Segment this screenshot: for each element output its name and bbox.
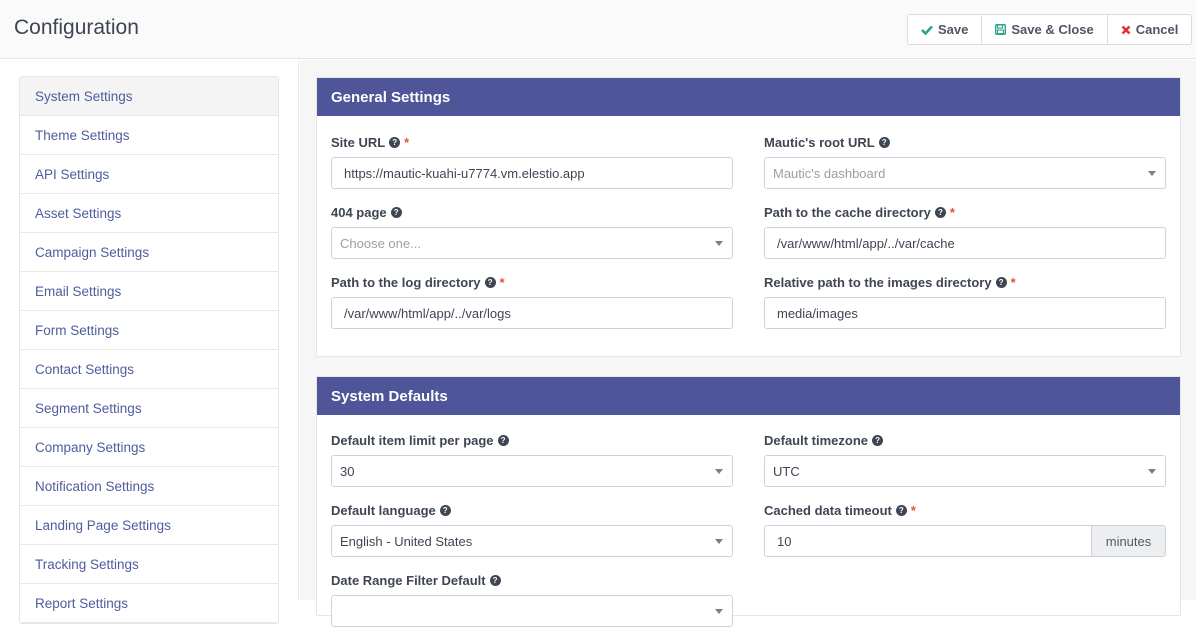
system-defaults-panel: System Defaults Default item limit per p… [316,376,1181,627]
close-icon [1121,25,1131,35]
save-and-close-button[interactable]: Save & Close [982,15,1108,44]
help-icon[interactable]: ? [895,504,907,516]
system-defaults-heading: System Defaults [317,377,1180,415]
sidebar-item-email-settings[interactable]: Email Settings [20,272,278,311]
sidebar-item-report-settings[interactable]: Report Settings [20,584,278,623]
general-settings-heading: General Settings [317,78,1180,116]
item-limit-label: Default item limit per page [331,432,494,448]
help-icon[interactable]: ? [489,574,501,586]
language-select[interactable]: English - United States [331,525,733,557]
timezone-label: Default timezone [764,432,869,448]
page-title: Configuration [14,16,139,39]
chevron-down-icon [1148,469,1156,474]
save-and-close-label: Save & Close [1011,22,1094,37]
sidebar-item-segment-settings[interactable]: Segment Settings [20,389,278,428]
sidebar-item-form-settings[interactable]: Form Settings [20,311,278,350]
help-icon[interactable]: ? [878,136,890,148]
images-dir-label: Relative path to the images directory [764,274,992,290]
sidebar-item-notification-settings[interactable]: Notification Settings [20,467,278,506]
sidebar-item-campaign-settings[interactable]: Campaign Settings [20,233,278,272]
chevron-down-icon [715,469,723,474]
site-url-field: Site URL? * https://mautic-kuahi-u7774.vm… [331,133,733,189]
required-asterisk: * [499,274,505,290]
sidebar-item-contact-settings[interactable]: Contact Settings [20,350,278,389]
cancel-button[interactable]: Cancel [1108,15,1192,44]
page-404-label: 404 page [331,204,387,220]
date-range-field: Date Range Filter Default? [331,571,733,627]
sidebar-item-asset-settings[interactable]: Asset Settings [20,194,278,233]
chevron-down-icon [1148,171,1156,176]
language-label: Default language [331,502,436,518]
root-url-field: Mautic's root URL? Mautic's dashboard [764,133,1166,189]
help-icon[interactable]: ? [390,206,402,218]
log-dir-input[interactable]: /var/www/html/app/../var/logs [331,297,733,329]
chevron-down-icon [715,609,723,614]
cache-timeout-field: Cached data timeout? * 10 minutes [764,501,1166,557]
help-icon[interactable]: ? [497,434,509,446]
general-settings-panel: General Settings Site URL? * https://maut… [316,77,1181,357]
sidebar-item-tracking-settings[interactable]: Tracking Settings [20,545,278,584]
images-dir-field: Relative path to the images directory? * … [764,273,1166,329]
help-icon[interactable]: ? [934,206,946,218]
required-asterisk: * [1010,274,1016,290]
cache-timeout-unit: minutes [1091,525,1166,557]
check-icon [921,25,933,35]
main-content: General Settings Site URL? * https://maut… [300,60,1196,627]
help-icon[interactable]: ? [872,434,884,446]
chevron-down-icon [715,241,723,246]
save-button[interactable]: Save [908,15,983,44]
help-icon[interactable]: ? [439,504,451,516]
page-404-field: 404 page? Choose one... [331,203,733,259]
item-limit-field: Default item limit per page? 30 [331,431,733,487]
timezone-field: Default timezone? UTC [764,431,1166,487]
site-url-input[interactable]: https://mautic-kuahi-u7774.vm.elestio.ap… [331,157,733,189]
page-header: Configuration Save Save & Close Cancel [0,0,1196,59]
help-icon[interactable]: ? [484,276,496,288]
sidebar-item-system-settings[interactable]: System Settings [20,77,278,116]
cache-dir-field: Path to the cache directory? * /var/www/h… [764,203,1166,259]
cache-timeout-label: Cached data timeout [764,502,892,518]
required-asterisk: * [404,134,410,150]
language-field: Default language? English - United State… [331,501,733,557]
cancel-button-label: Cancel [1135,22,1179,37]
save-button-label: Save [938,22,969,37]
required-asterisk: * [910,502,916,518]
root-url-label: Mautic's root URL [764,134,875,150]
cache-timeout-input[interactable]: 10 [764,525,1091,557]
sidebar-item-theme-settings[interactable]: Theme Settings [20,116,278,155]
item-limit-select[interactable]: 30 [331,455,733,487]
root-url-select[interactable]: Mautic's dashboard [764,157,1166,189]
sidebar-item-company-settings[interactable]: Company Settings [20,428,278,467]
cache-dir-input[interactable]: /var/www/html/app/../var/cache [764,227,1166,259]
help-icon[interactable]: ? [389,136,401,148]
settings-sidebar: System Settings Theme Settings API Setti… [0,60,299,624]
log-dir-label: Path to the log directory [331,274,481,290]
log-dir-field: Path to the log directory? * /var/www/htm… [331,273,733,329]
timezone-select[interactable]: UTC [764,455,1166,487]
sidebar-item-api-settings[interactable]: API Settings [20,155,278,194]
site-url-label: Site URL [331,134,386,150]
help-icon[interactable]: ? [995,276,1007,288]
date-range-label: Date Range Filter Default [331,572,486,588]
floppy-disk-icon [995,24,1007,35]
required-asterisk: * [949,204,955,220]
toolbar-button-group: Save Save & Close Cancel [907,14,1193,45]
page-404-select[interactable]: Choose one... [331,227,733,259]
sidebar-item-landing-page-settings[interactable]: Landing Page Settings [20,506,278,545]
images-dir-input[interactable]: media/images [764,297,1166,329]
settings-nav-list: System Settings Theme Settings API Setti… [19,76,279,624]
cache-dir-label: Path to the cache directory [764,204,931,220]
chevron-down-icon [715,539,723,544]
